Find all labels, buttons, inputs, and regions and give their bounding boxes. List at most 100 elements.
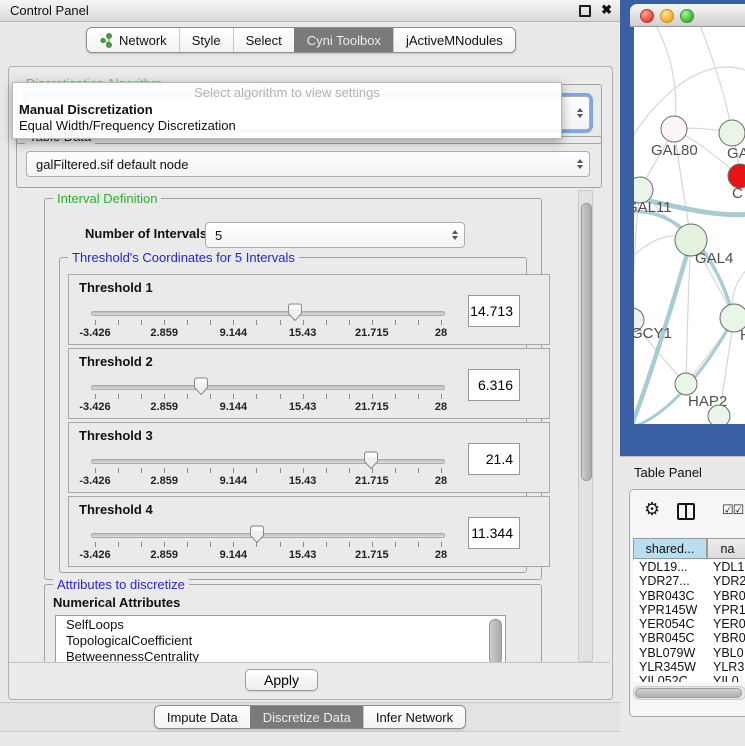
algorithm-option-equal-width[interactable]: Equal Width/Frequency Discretization [13, 118, 561, 134]
table-row[interactable]: YBR043CYBR0 [633, 589, 745, 603]
network-node[interactable] [661, 116, 687, 142]
tab-discretize-data[interactable]: Discretize Data [250, 706, 363, 728]
tick-label: 15.43 [289, 327, 317, 339]
network-node[interactable] [708, 405, 730, 424]
tick-label: 28 [435, 549, 447, 561]
tick-label: -3.426 [79, 327, 110, 339]
number-of-intervals-combobox[interactable]: 5 [205, 222, 465, 248]
app-root: { "window": {"title": "Control Panel"}, … [0, 0, 745, 745]
tab-style[interactable]: Style [179, 28, 233, 52]
network-node[interactable] [675, 373, 697, 395]
tab-jactivemnodules[interactable]: jActiveMNodules [393, 28, 515, 52]
table-row[interactable]: YPR145WYPR1 [633, 603, 745, 617]
network-window-titlebar [630, 4, 745, 27]
cell-name: YIL0 [707, 674, 745, 682]
tab-network[interactable]: Network [87, 28, 179, 52]
slider-tick [441, 394, 442, 399]
algorithm-prompt-option[interactable]: Select algorithm to view settings [13, 83, 561, 102]
tab-cyni-toolbox[interactable]: Cyni Toolbox [294, 28, 393, 52]
tab-impute-data[interactable]: Impute Data [155, 706, 250, 728]
column-header-shared-name[interactable]: shared... [633, 538, 707, 559]
slider-ticks [95, 468, 441, 473]
tick-label: -3.426 [79, 549, 110, 561]
threshold-value-field[interactable] [468, 369, 520, 401]
attribute-list-item[interactable]: SelfLoops [56, 617, 505, 633]
apply-button[interactable]: Apply [245, 669, 318, 691]
threshold-slider[interactable]: -3.4262.8599.14415.4321.71528 [69, 275, 469, 346]
table-row[interactable]: YIL052CYIL0 [633, 674, 745, 682]
h-scrollbar-thumb[interactable] [635, 688, 742, 698]
column-header-name[interactable]: na [707, 538, 745, 559]
slider-tick [395, 394, 396, 399]
vertical-scrollbar[interactable] [578, 190, 593, 662]
horizontal-scrollbar[interactable] [633, 686, 745, 700]
cell-shared-name: YBL079W [633, 646, 707, 660]
zoom-traffic-light-icon[interactable] [680, 9, 694, 23]
tab-label: jActiveMNodules [406, 33, 503, 48]
attributes-group-title: Attributes to discretize [53, 577, 189, 592]
table-row[interactable]: YER054CYER0 [633, 617, 745, 631]
list-scrollbar[interactable] [489, 619, 502, 663]
slider-handle[interactable] [193, 377, 209, 395]
node-label: GCY1 [634, 325, 672, 342]
threshold-value-field[interactable] [468, 295, 520, 327]
numerical-attributes-list[interactable]: SelfLoopsTopologicalCoefficientBetweenne… [55, 615, 506, 663]
table-panel: Table Panel ⚙ ☑☑ shared... na YDL19...YD… [620, 456, 745, 746]
cell-name: YDL1 [707, 560, 745, 574]
table-header-row: shared... na [633, 538, 745, 559]
node-label: C [732, 185, 743, 202]
slider-ticks [95, 320, 441, 325]
float-window-icon[interactable] [579, 5, 591, 17]
close-icon[interactable]: ✖ [601, 2, 612, 18]
settings-gear-icon[interactable]: ⚙ [644, 499, 660, 520]
tab-label: Network [119, 33, 167, 48]
threshold-slider[interactable]: -3.4262.8599.14415.4321.71528 [69, 497, 469, 568]
combo-stepper-icon [452, 230, 458, 240]
tick-label: 21.715 [355, 327, 389, 339]
split-columns-icon[interactable] [677, 503, 695, 520]
slider-tick [372, 394, 373, 399]
network-canvas[interactable]: GAL80GACGAL11GAL4GCY1HHAP2 [634, 27, 745, 424]
table-row[interactable]: YDL19...YDL1 [633, 560, 745, 574]
tick-label: 21.715 [355, 401, 389, 413]
table-row[interactable]: YLR345WYLR3 [633, 660, 745, 674]
cell-name: YER0 [707, 617, 745, 631]
slider-tick [303, 394, 304, 399]
table-row[interactable]: YBL079WYBL0 [633, 646, 745, 660]
slider-handle[interactable] [363, 451, 379, 469]
select-columns-icon[interactable]: ☑☑ [722, 502, 743, 518]
slider-tick [187, 542, 188, 547]
threshold-value-field[interactable] [468, 443, 520, 475]
slider-tick [95, 542, 96, 547]
slider-handle[interactable] [249, 525, 265, 543]
threshold-slider[interactable]: -3.4262.8599.14415.4321.71528 [69, 349, 469, 420]
slider-tick [326, 468, 327, 473]
threshold-value-field[interactable] [468, 517, 520, 549]
tab-infer-network[interactable]: Infer Network [363, 706, 465, 728]
slider-tick [395, 320, 396, 325]
attribute-list-item[interactable]: BetweennessCentrality [56, 649, 505, 663]
slider-tick [372, 320, 373, 325]
table-row[interactable]: YDR27...YDR2 [633, 574, 745, 588]
network-node[interactable] [719, 120, 745, 146]
cell-name: YDR2 [707, 574, 745, 588]
slider-handle[interactable] [287, 303, 303, 321]
slider-tick [441, 542, 442, 547]
minimize-traffic-light-icon[interactable] [660, 9, 674, 23]
algorithm-option-manual[interactable]: Manual Discretization [13, 102, 561, 118]
threshold-slider[interactable]: -3.4262.8599.14415.4321.71528 [69, 423, 469, 494]
tick-label: 9.144 [220, 401, 248, 413]
scrollbar-thumb[interactable] [581, 203, 592, 481]
bottom-tab-bar: Impute DataDiscretize DataInfer Network [154, 705, 466, 729]
table-data-combobox[interactable]: galFiltered.sif default node [26, 151, 590, 177]
tab-select[interactable]: Select [233, 28, 294, 52]
tick-label: 15.43 [289, 549, 317, 561]
cell-shared-name: YDR27... [633, 574, 707, 588]
threshold-row: Threshold 4-3.4262.8599.14415.4321.71528 [68, 496, 550, 567]
attribute-list-item[interactable]: TopologicalCoefficient [56, 633, 505, 649]
close-traffic-light-icon[interactable] [640, 9, 654, 23]
tab-label: Select [246, 33, 282, 48]
tick-label: 9.144 [220, 327, 248, 339]
table-row[interactable]: YBR045CYBR0 [633, 631, 745, 645]
slider-tick [118, 468, 119, 473]
